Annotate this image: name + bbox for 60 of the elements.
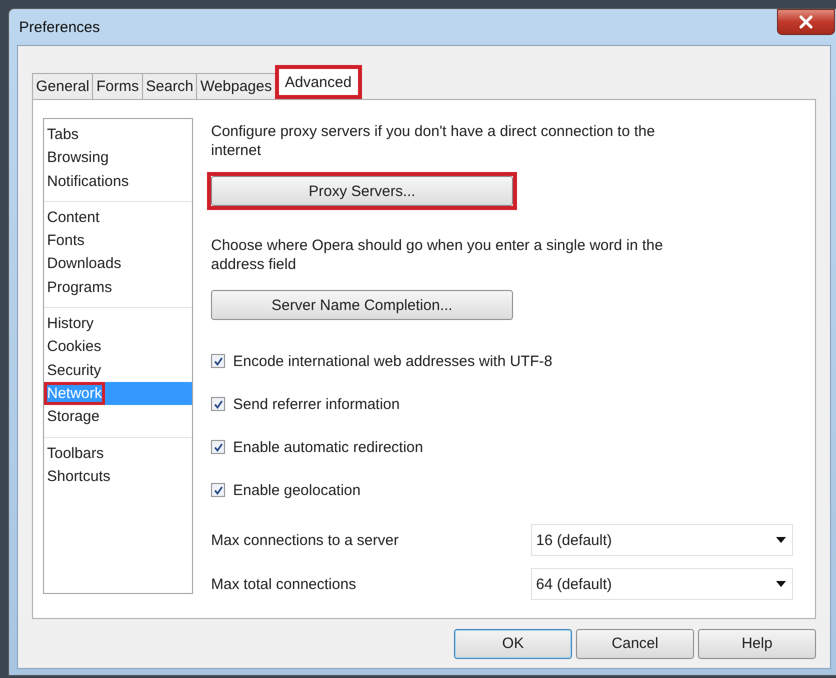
category-item[interactable]: Downloads	[44, 252, 192, 276]
checkbox[interactable]	[211, 354, 225, 368]
window-title: Preferences	[18, 18, 100, 36]
dialog-button[interactable]: Cancel	[576, 628, 694, 658]
checkbox-label: Enable geolocation	[233, 482, 361, 498]
checkbox-label: Encode international web addresses with UTF-8	[233, 352, 552, 370]
tab[interactable]: General	[32, 73, 94, 99]
category-label: Programs	[46, 278, 114, 298]
category-item[interactable]: History	[44, 312, 192, 336]
check-icon	[212, 398, 224, 410]
category-item[interactable]: Notifications	[44, 170, 192, 193]
dialog-button[interactable]: OK	[454, 628, 572, 658]
category-label: History	[46, 314, 95, 334]
setting-label: Max connections to a server	[211, 532, 399, 548]
checkbox-label: Enable automatic redirection	[233, 438, 424, 456]
checkbox[interactable]	[211, 483, 225, 497]
category-item[interactable]: Content	[44, 206, 192, 230]
checkbox[interactable]	[211, 440, 225, 454]
settings-button[interactable]: Proxy Servers...	[211, 176, 513, 206]
dropdown-arrow-icon	[776, 581, 786, 587]
category-label: Security	[46, 360, 102, 381]
tab[interactable]: Webpages	[196, 73, 276, 99]
checkbox-label: Send referrer information	[233, 396, 400, 412]
settings-button[interactable]: Server Name Completion...	[211, 290, 513, 320]
dialog-button[interactable]: Help	[698, 628, 816, 658]
category-label: Cookies	[46, 337, 102, 358]
category-item[interactable]: Storage	[44, 405, 192, 429]
category-item[interactable]: Browsing	[44, 146, 192, 170]
category-item[interactable]: Toolbars	[44, 442, 192, 465]
category-label: Toolbars	[46, 444, 105, 464]
category-item[interactable]: Shortcuts	[44, 464, 192, 488]
tab[interactable]: Forms	[92, 73, 143, 99]
description-text: Configure proxy servers if you don't have a direct connection to the internet	[211, 122, 656, 160]
category-label: Network	[44, 382, 106, 405]
category-label: Fonts	[46, 231, 86, 252]
category-item[interactable]: Fonts	[44, 229, 192, 252]
checkbox[interactable]	[211, 397, 225, 411]
dropdown[interactable]: 16 (default)	[531, 524, 793, 556]
close-button[interactable]	[777, 9, 835, 35]
category-label: Tabs	[46, 125, 80, 145]
category-label: Content	[46, 208, 101, 228]
dropdown-arrow-icon	[776, 537, 786, 543]
check-icon	[212, 484, 224, 496]
category-item[interactable]: Cookies	[44, 335, 192, 359]
close-icon	[798, 15, 814, 29]
description-text: Choose where Opera should go when you enter a single word in the address field	[211, 236, 664, 274]
tab[interactable]: Search	[142, 73, 198, 99]
category-item[interactable]: Programs	[44, 276, 192, 300]
setting-label: Max total connections	[211, 576, 356, 592]
category-item[interactable]: Security	[44, 358, 192, 382]
dropdown[interactable]: 64 (default)	[531, 568, 793, 600]
check-icon	[212, 356, 224, 366]
category-label: Browsing	[46, 148, 110, 168]
category-label: Notifications	[46, 172, 130, 192]
category-label: Storage	[46, 407, 101, 428]
category-item[interactable]: Tabs	[44, 123, 192, 146]
check-icon	[212, 442, 224, 452]
tab[interactable]: Advanced	[274, 65, 362, 99]
category-label: Downloads	[46, 254, 122, 274]
category-label: Shortcuts	[46, 466, 112, 487]
